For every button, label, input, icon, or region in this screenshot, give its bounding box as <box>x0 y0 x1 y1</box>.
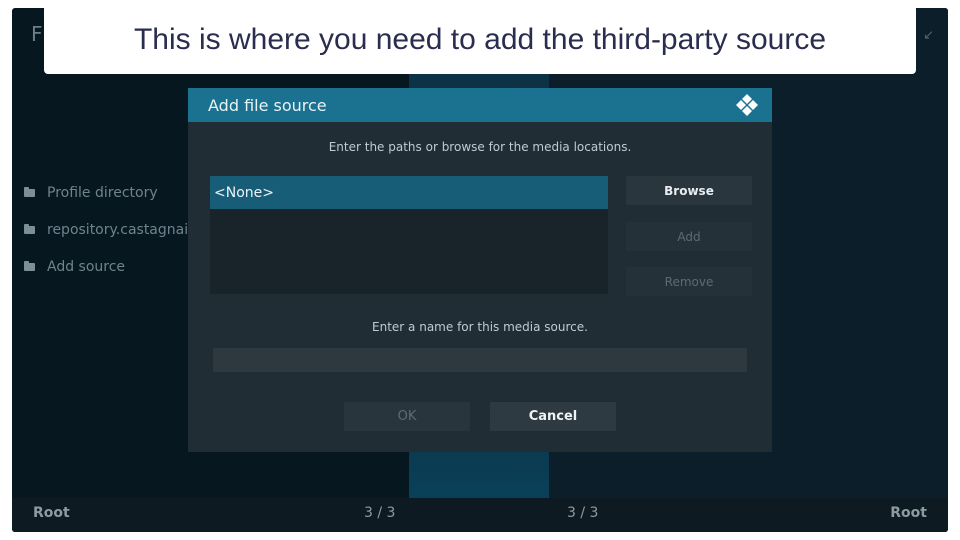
kodi-screen: F ↙ Profile directory repository.castagn… <box>12 8 948 532</box>
sidebar-item-add-source[interactable]: Add source <box>24 248 194 285</box>
bottom-bar <box>12 498 948 532</box>
bottom-page-count-right: 3 / 3 <box>567 505 599 521</box>
add-file-source-dialog: Add file source Enter the paths or brows… <box>188 88 772 452</box>
sidebar-item-label: repository.castagnait <box>47 221 194 238</box>
dialog-header: Add file source <box>188 88 772 122</box>
add-button[interactable]: Add <box>626 222 752 251</box>
folder-icon <box>24 223 35 234</box>
folder-icon <box>24 260 35 271</box>
cancel-button[interactable]: Cancel <box>490 402 616 431</box>
bottom-page-count-left: 3 / 3 <box>364 505 396 521</box>
browse-button[interactable]: Browse <box>626 176 752 205</box>
sidebar-item-repository[interactable]: repository.castagnait <box>24 211 194 248</box>
media-source-name-input[interactable] <box>213 348 747 372</box>
caption-banner: This is where you need to add the third-… <box>44 5 916 74</box>
sidebar-item-label: Profile directory <box>47 184 158 201</box>
bottom-left-label: Root <box>33 505 70 521</box>
sidebar-item-profile-directory[interactable]: Profile directory <box>24 174 194 211</box>
window-title: F <box>31 22 43 46</box>
kodi-logo-icon <box>736 94 758 116</box>
ok-button[interactable]: OK <box>344 402 470 431</box>
sidebar-item-label: Add source <box>47 258 126 275</box>
paths-instruction: Enter the paths or browse for the media … <box>328 140 632 154</box>
name-instruction: Enter a name for this media source. <box>372 320 588 334</box>
folder-icon <box>24 186 35 197</box>
sidebar-list: Profile directory repository.castagnait … <box>24 174 194 285</box>
path-row-none[interactable]: <None> <box>210 176 608 209</box>
sort-icon[interactable]: ↙ <box>923 28 934 43</box>
remove-button[interactable]: Remove <box>626 267 752 296</box>
dialog-title: Add file source <box>208 95 327 115</box>
paths-list[interactable]: <None> <box>210 176 608 294</box>
bottom-right-label: Root <box>890 505 927 521</box>
